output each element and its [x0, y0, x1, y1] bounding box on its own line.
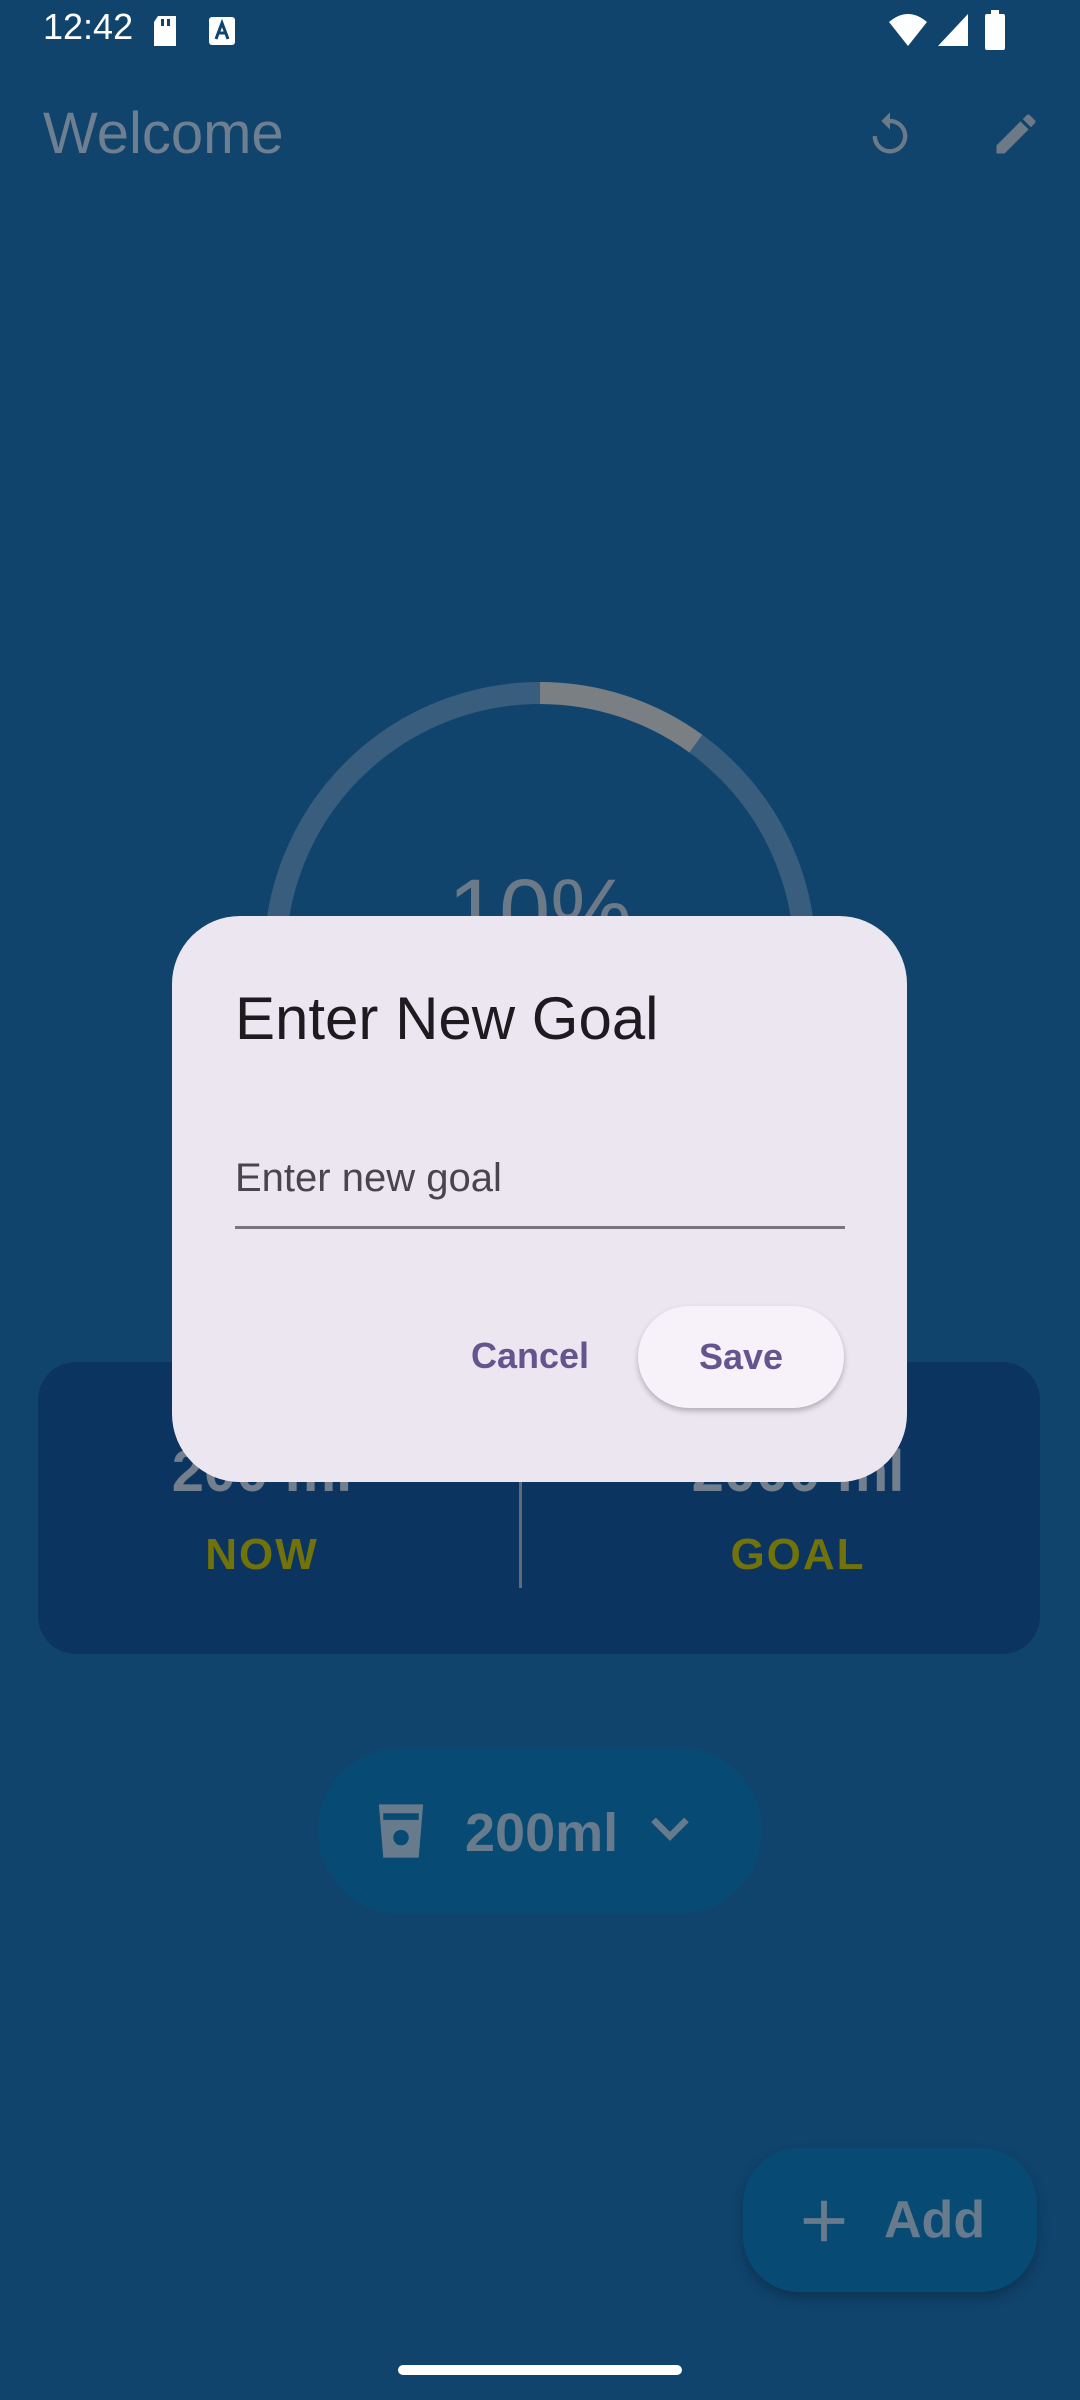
- dialog-title: Enter New Goal: [235, 985, 659, 1052]
- cup-icon: [378, 1804, 424, 1858]
- edit-icon[interactable]: [990, 108, 1042, 160]
- page-title: Welcome: [43, 101, 284, 166]
- now-label: NOW: [205, 1530, 319, 1579]
- cellular-signal-icon: [938, 14, 968, 46]
- cup-size-label: 200ml: [465, 1803, 619, 1863]
- save-button[interactable]: Save: [638, 1306, 844, 1408]
- cancel-button[interactable]: Cancel: [440, 1308, 620, 1404]
- status-time: 12:42: [43, 6, 134, 47]
- goal-label: GOAL: [730, 1530, 866, 1579]
- refresh-icon[interactable]: [864, 108, 916, 160]
- home-indicator[interactable]: [398, 2365, 682, 2375]
- status-bar: 12:42: [0, 0, 1080, 62]
- battery-icon: [985, 10, 1005, 50]
- add-button-label: Add: [884, 2191, 986, 2249]
- stats-divider: [519, 1480, 522, 1588]
- chevron-down-icon: [651, 1817, 689, 1841]
- wifi-icon: [889, 14, 927, 46]
- sd-card-icon: [154, 16, 176, 46]
- goal-input[interactable]: [235, 1130, 845, 1229]
- keyboard-a-icon: [209, 17, 235, 45]
- plus-icon: [803, 2200, 845, 2242]
